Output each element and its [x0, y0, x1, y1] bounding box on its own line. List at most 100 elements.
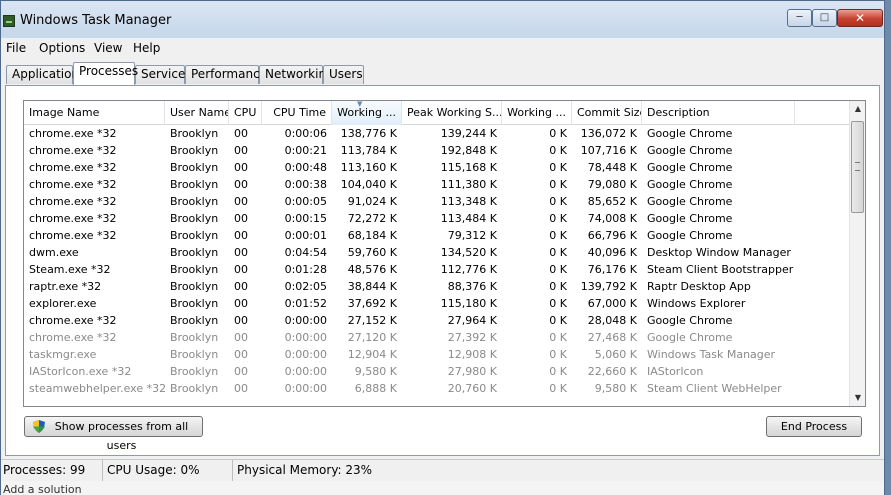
processes-panel: Image Name User Name CPU CPU Time Workin…	[5, 85, 880, 456]
cell-cpu: 00	[234, 365, 248, 378]
cell-cpu-time: 0:00:38	[284, 178, 327, 191]
cell-commit-size: 136,072 K	[580, 127, 637, 140]
table-row[interactable]: chrome.exe *32 Brooklyn 00 0:00:00 27,152 K 2…	[24, 312, 849, 329]
cell-image-name: chrome.exe *32	[29, 314, 117, 327]
tab-services[interactable]: Services	[135, 65, 192, 84]
menu-file[interactable]: File	[6, 41, 26, 55]
cell-image-name: chrome.exe *32	[29, 195, 117, 208]
tab-performance[interactable]: Performance	[185, 65, 267, 84]
table-row[interactable]: explorer.exe Brooklyn 00 0:01:52 37,692 K 115…	[24, 295, 849, 312]
cell-image-name: chrome.exe *32	[29, 229, 117, 242]
cell-user-name: Brooklyn	[170, 144, 219, 157]
process-list[interactable]: Image Name User Name CPU CPU Time Workin…	[23, 100, 866, 407]
table-row[interactable]: dwm.exe Brooklyn 00 0:04:54 59,760 K 134,520 …	[24, 244, 849, 261]
cell-cpu: 00	[234, 127, 248, 140]
end-process-button[interactable]: End Process	[766, 416, 862, 437]
cell-user-name: Brooklyn	[170, 178, 219, 191]
column-user-name[interactable]: User Name	[165, 101, 229, 125]
menu-options[interactable]: Options	[39, 41, 85, 55]
cell-commit-size: 139,792 K	[580, 280, 637, 293]
minimize-button[interactable]: ─	[787, 9, 812, 27]
scroll-up-icon[interactable]: ▲	[850, 101, 865, 117]
cell-peak-working-set: 111,380 K	[440, 178, 497, 191]
table-row[interactable]: raptr.exe *32 Brooklyn 00 0:02:05 38,844 K 88…	[24, 278, 849, 295]
cell-description: Google Chrome	[647, 331, 733, 344]
table-row[interactable]: Steam.exe *32 Brooklyn 00 0:01:28 48,576 K 11…	[24, 261, 849, 278]
table-row[interactable]: chrome.exe *32 Brooklyn 00 0:00:21 113,784 K…	[24, 142, 849, 159]
cell-cpu: 00	[234, 246, 248, 259]
column-cpu[interactable]: CPU	[229, 101, 262, 125]
cell-user-name: Brooklyn	[170, 161, 219, 174]
table-row[interactable]: taskmgr.exe Brooklyn 00 0:00:00 12,904 K 12,9…	[24, 346, 849, 363]
column-cpu-time[interactable]: CPU Time	[262, 101, 332, 125]
title-bar[interactable]: Windows Task Manager ─ □ ✕	[1, 1, 884, 37]
cell-cpu-time: 0:00:00	[284, 382, 327, 395]
cell-description: Windows Explorer	[647, 297, 746, 310]
tab-users[interactable]: Users	[323, 65, 364, 84]
cell-working-set: 138,776 K	[340, 127, 397, 140]
table-row[interactable]: chrome.exe *32 Brooklyn 00 0:00:01 68,184 K 7…	[24, 227, 849, 244]
table-row[interactable]: chrome.exe *32 Brooklyn 00 0:00:06 138,776 K…	[24, 125, 849, 142]
cell-working-set-delta: 0 K	[549, 212, 567, 225]
cell-peak-working-set: 113,484 K	[440, 212, 497, 225]
cell-working-set-delta: 0 K	[549, 331, 567, 344]
menu-bar: File Options View Help	[1, 38, 884, 58]
column-description[interactable]: Description	[642, 101, 795, 125]
status-processes: Processes: 99	[1, 460, 103, 482]
cell-peak-working-set: 113,348 K	[440, 195, 497, 208]
cell-cpu: 00	[234, 144, 248, 157]
table-row[interactable]: steamwebhelper.exe *32 Brooklyn 00 0:00:00 6…	[24, 380, 849, 397]
column-working-set[interactable]: Working ...	[332, 101, 402, 125]
cell-user-name: Brooklyn	[170, 246, 219, 259]
cell-description: Steam Client WebHelper	[647, 382, 782, 395]
table-row[interactable]: chrome.exe *32 Brooklyn 00 0:00:38 104,040 K…	[24, 176, 849, 193]
maximize-button[interactable]: □	[812, 9, 837, 27]
cell-image-name: dwm.exe	[29, 246, 79, 259]
cell-description: Steam Client Bootstrapper	[647, 263, 794, 276]
menu-view[interactable]: View	[94, 41, 122, 55]
cell-user-name: Brooklyn	[170, 212, 219, 225]
column-image-name[interactable]: Image Name	[24, 101, 165, 125]
column-peak-working-set[interactable]: Peak Working S...	[402, 101, 502, 125]
tab-processes[interactable]: Processes	[73, 62, 138, 85]
table-row[interactable]: chrome.exe *32 Brooklyn 00 0:00:48 113,160 K…	[24, 159, 849, 176]
tab-networking[interactable]: Networking	[259, 65, 334, 84]
vertical-scrollbar[interactable]: ▲ ▼	[849, 101, 865, 406]
cell-commit-size: 107,716 K	[580, 144, 637, 157]
cell-cpu: 00	[234, 314, 248, 327]
cell-working-set-delta: 0 K	[549, 127, 567, 140]
cell-working-set-delta: 0 K	[549, 314, 567, 327]
cell-description: Google Chrome	[647, 229, 733, 242]
table-row[interactable]: chrome.exe *32 Brooklyn 00 0:00:15 72,272 K 1…	[24, 210, 849, 227]
scrollbar-thumb[interactable]	[851, 121, 864, 213]
close-button[interactable]: ✕	[837, 9, 883, 27]
tab-applications[interactable]: Applications	[6, 65, 85, 84]
cell-cpu-time: 0:00:21	[284, 144, 327, 157]
tabs-area: Applications Processes Services Performa…	[1, 58, 884, 459]
status-physical-memory: Physical Memory: 23%	[237, 463, 373, 477]
cell-user-name: Brooklyn	[170, 229, 219, 242]
cell-working-set: 37,692 K	[347, 297, 397, 310]
scroll-down-icon[interactable]: ▼	[850, 390, 865, 406]
cell-user-name: Brooklyn	[170, 280, 219, 293]
cell-working-set: 68,184 K	[347, 229, 397, 242]
menu-help[interactable]: Help	[133, 41, 160, 55]
column-commit-size[interactable]: Commit Size	[572, 101, 642, 125]
cell-description: Google Chrome	[647, 314, 733, 327]
cell-user-name: Brooklyn	[170, 314, 219, 327]
table-row[interactable]: chrome.exe *32 Brooklyn 00 0:00:05 91,024 K 1…	[24, 193, 849, 210]
cell-user-name: Brooklyn	[170, 297, 219, 310]
cell-working-set-delta: 0 K	[549, 195, 567, 208]
cell-image-name: chrome.exe *32	[29, 161, 117, 174]
cell-cpu-time: 0:00:00	[284, 348, 327, 361]
column-working-set-delta[interactable]: Working ...	[502, 101, 572, 125]
table-row[interactable]: chrome.exe *32 Brooklyn 00 0:00:00 27,120 K 2…	[24, 329, 849, 346]
cell-peak-working-set: 20,760 K	[447, 382, 497, 395]
cell-description: Windows Task Manager	[647, 348, 776, 361]
show-all-processes-button[interactable]: Show processes from all users	[24, 416, 203, 452]
cell-cpu-time: 0:00:01	[284, 229, 327, 242]
table-row[interactable]: IAStorIcon.exe *32 Brooklyn 00 0:00:00 9,580…	[24, 363, 849, 380]
cell-working-set: 38,844 K	[347, 280, 397, 293]
process-rows: chrome.exe *32 Brooklyn 00 0:00:06 138,776 K…	[24, 125, 849, 406]
cell-image-name: chrome.exe *32	[29, 144, 117, 157]
